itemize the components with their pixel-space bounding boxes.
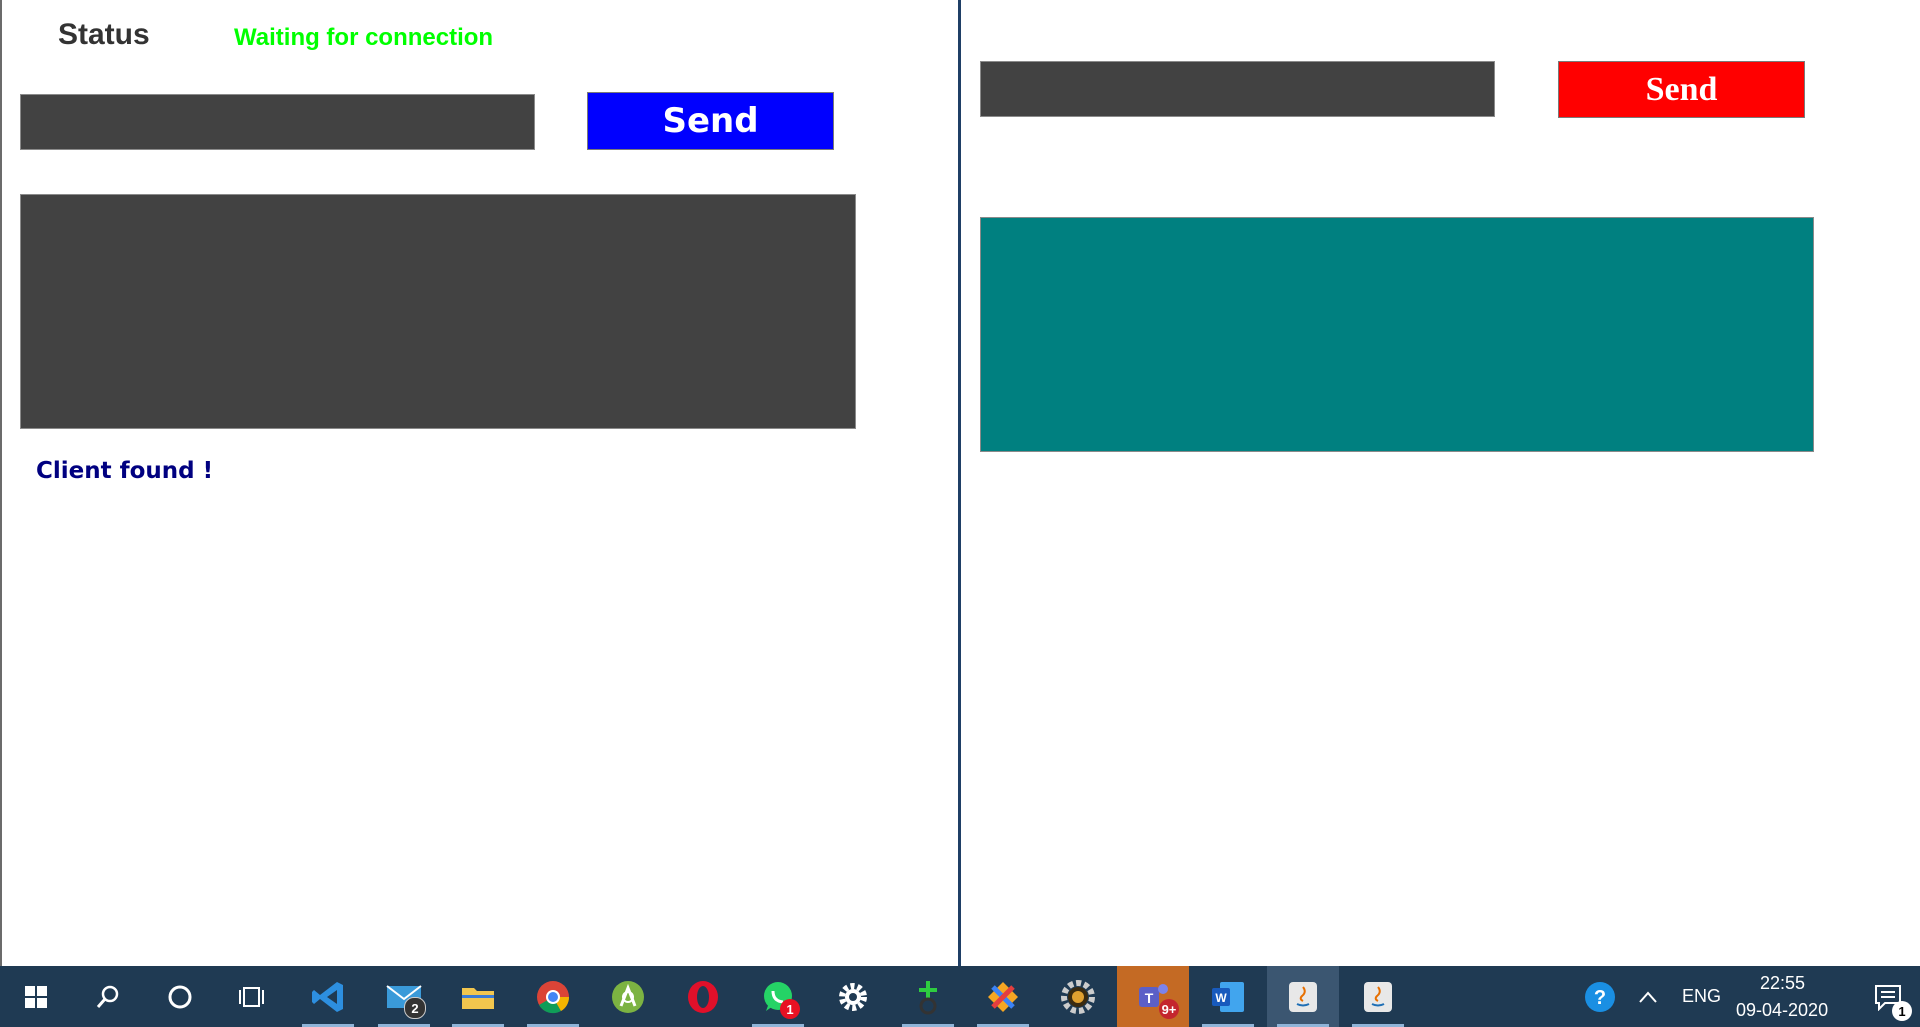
whatsapp-badge: 1 <box>780 999 800 1019</box>
client-chat-area[interactable] <box>980 217 1814 452</box>
search-icon[interactable] <box>72 966 144 1027</box>
file-explorer-icon[interactable] <box>442 966 514 1027</box>
status-text: Waiting for connection <box>234 24 494 51</box>
app-green-plus-icon[interactable] <box>892 966 964 1027</box>
svg-text:?: ? <box>1594 987 1606 1009</box>
taskbar: 2 1 T 9+ W ? ENG 22:55 09-04-2020 1 <box>0 966 1920 1027</box>
mail-icon[interactable]: 2 <box>368 966 440 1027</box>
teams-badge: 9+ <box>1159 999 1179 1019</box>
notification-center-icon[interactable]: 1 <box>1856 966 1920 1027</box>
teams-icon[interactable]: T 9+ <box>1117 966 1189 1027</box>
clock-date[interactable]: 09-04-2020 <box>1736 1000 1828 1021</box>
chevron-up-icon[interactable] <box>1628 966 1668 1027</box>
server-message-input[interactable] <box>20 94 535 150</box>
notification-badge: 1 <box>1892 1001 1912 1021</box>
svg-text:T: T <box>1145 990 1154 1006</box>
server-window: Status Waiting for connection Send Clien… <box>0 0 958 966</box>
app-tool-icon[interactable] <box>967 966 1039 1027</box>
status-label: Status <box>58 18 150 51</box>
svg-text:W: W <box>1215 991 1227 1005</box>
word-icon[interactable]: W <box>1192 966 1264 1027</box>
mail-badge: 2 <box>404 997 426 1019</box>
java-icon-1[interactable] <box>1267 966 1339 1027</box>
help-icon[interactable]: ? <box>1564 966 1636 1027</box>
vscode-icon[interactable] <box>292 966 364 1027</box>
client-window: Send <box>961 0 1920 966</box>
app-gear-icon[interactable] <box>1042 966 1114 1027</box>
server-send-button[interactable]: Send <box>587 92 834 150</box>
client-message-input[interactable] <box>980 61 1495 117</box>
task-view-icon[interactable] <box>216 966 288 1027</box>
opera-icon[interactable] <box>667 966 739 1027</box>
clock-time[interactable]: 22:55 <box>1760 973 1805 994</box>
java-icon-2[interactable] <box>1342 966 1414 1027</box>
whatsapp-icon[interactable]: 1 <box>742 966 814 1027</box>
android-studio-icon[interactable] <box>592 966 664 1027</box>
start-icon[interactable] <box>0 966 72 1027</box>
server-chat-area[interactable] <box>20 194 856 429</box>
client-found-message: Client found ! <box>36 458 214 484</box>
language-indicator[interactable]: ENG <box>1682 986 1721 1007</box>
settings-icon[interactable] <box>817 966 889 1027</box>
client-send-button[interactable]: Send <box>1558 61 1805 118</box>
chrome-icon[interactable] <box>517 966 589 1027</box>
cortana-icon[interactable] <box>144 966 216 1027</box>
